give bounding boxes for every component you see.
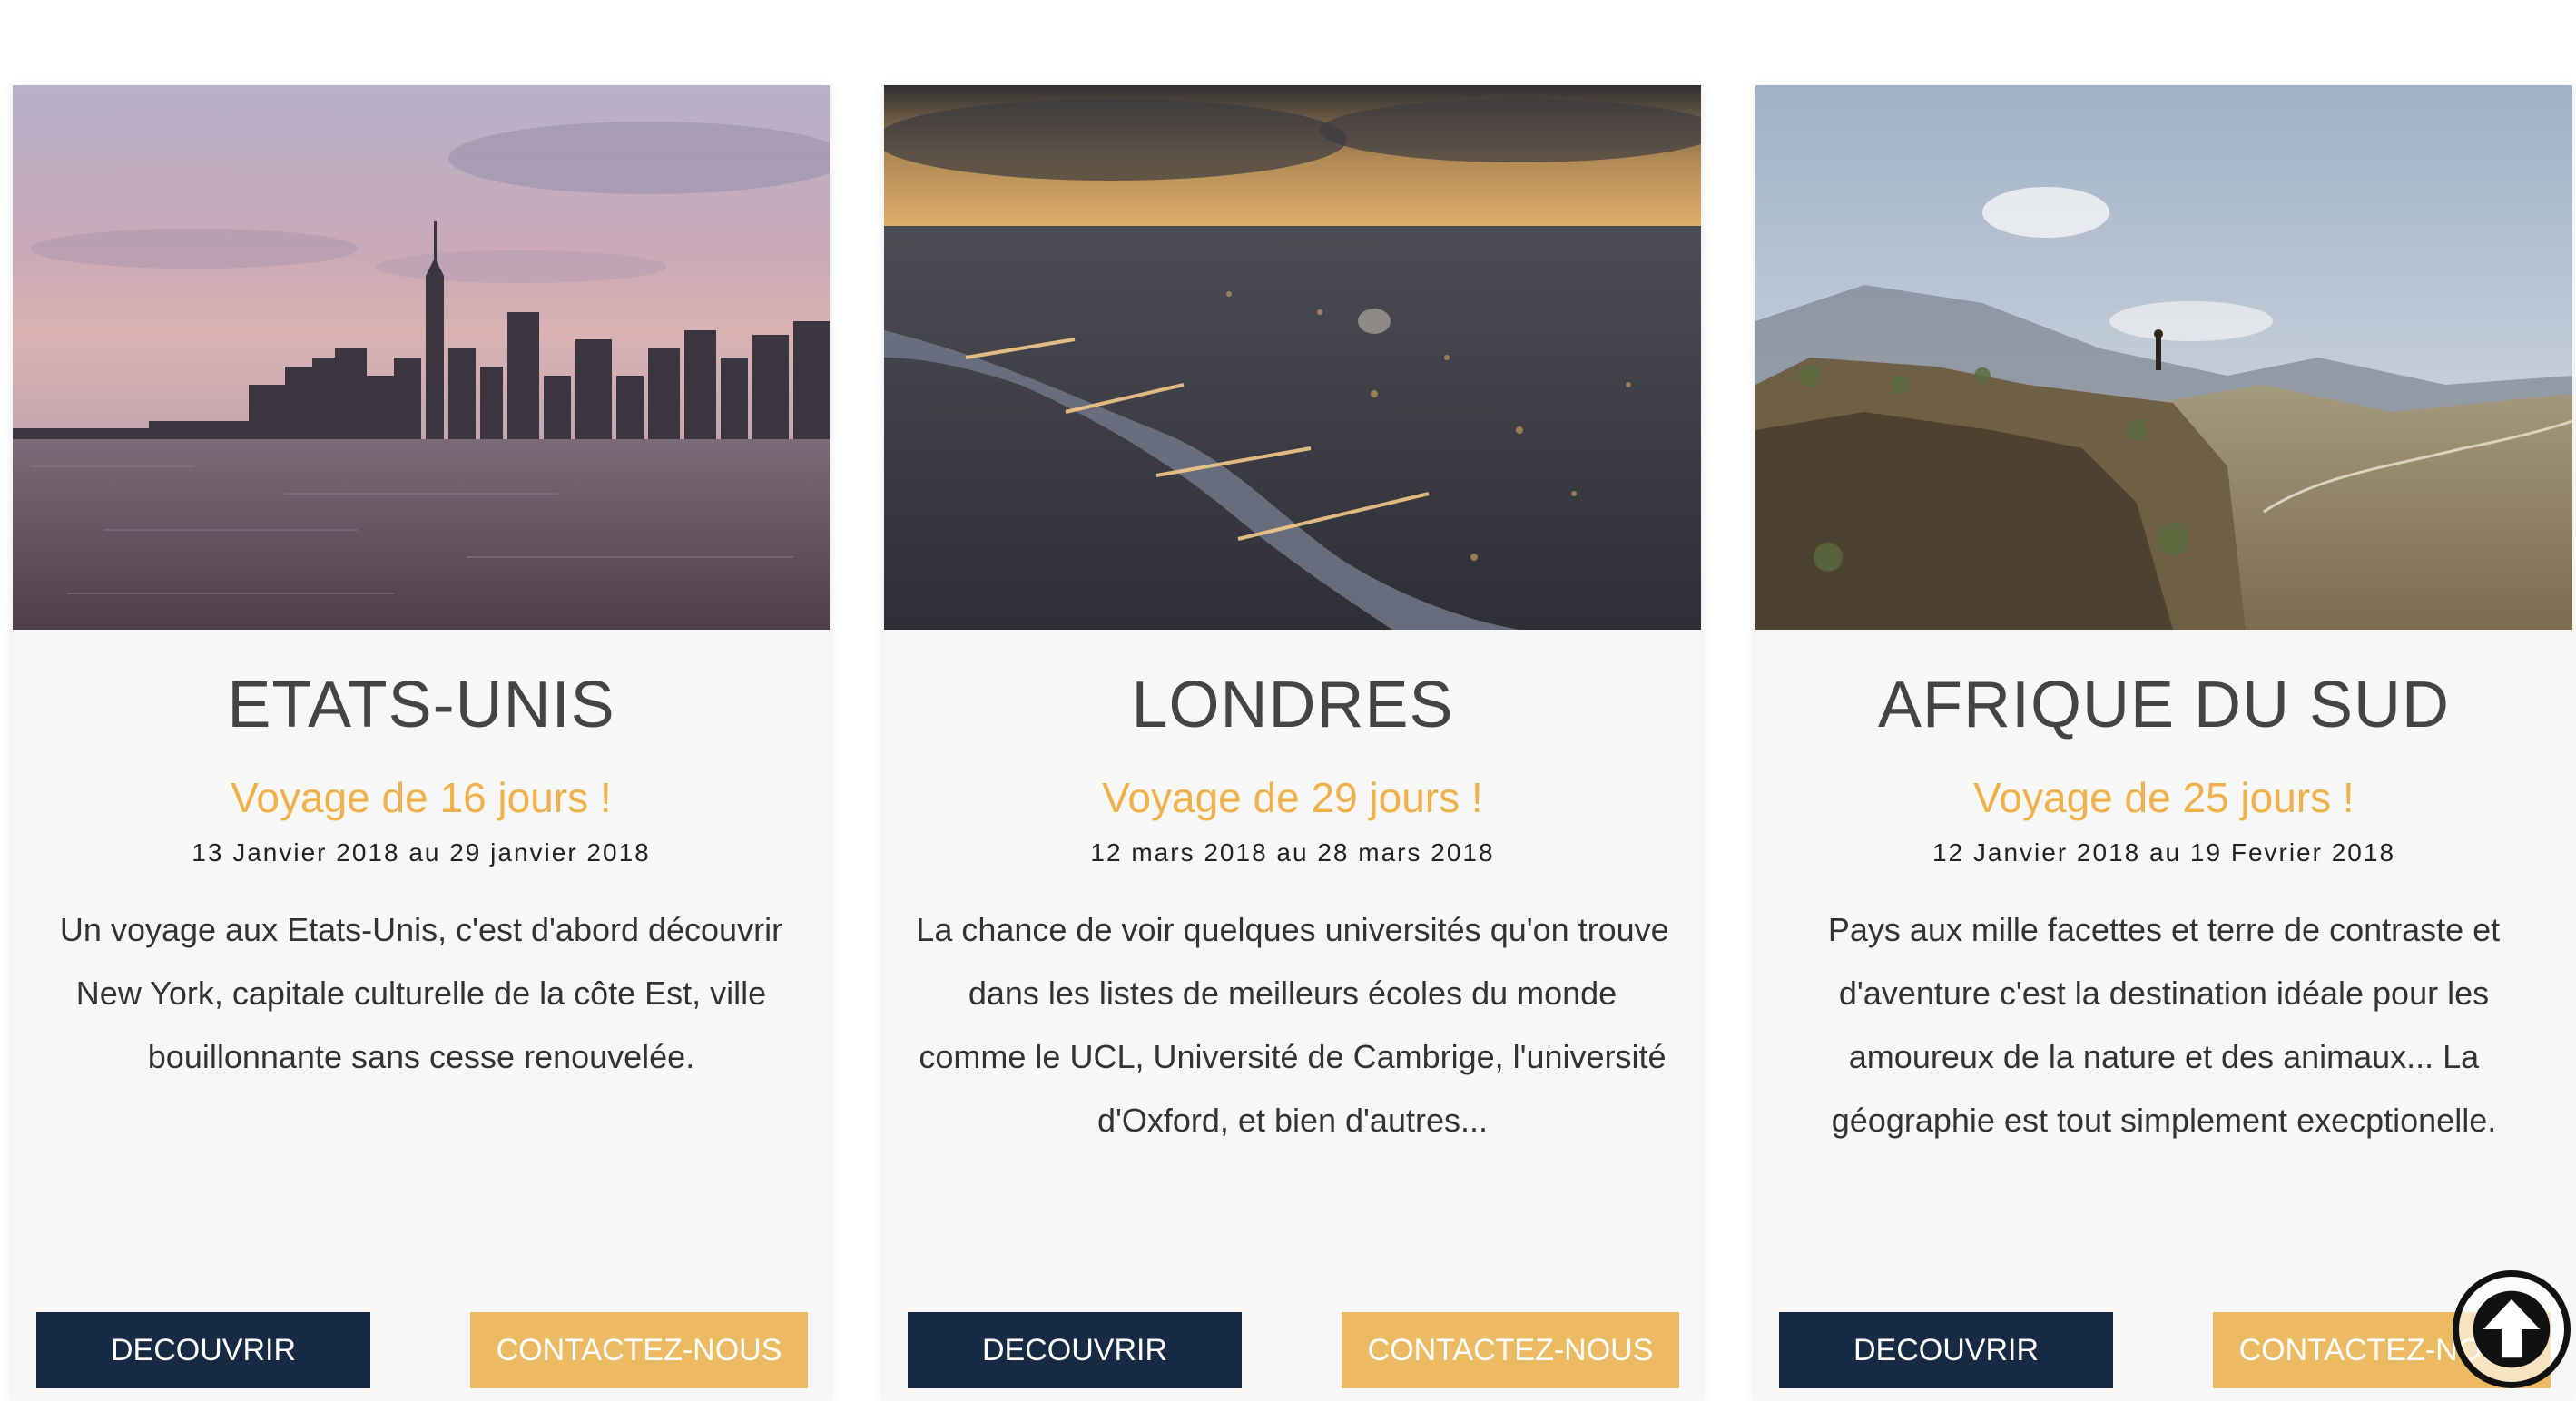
- card-dates: 12 Janvier 2018 au 19 Fevrier 2018: [1932, 838, 2396, 867]
- card-subtitle: Voyage de 29 jours !: [1102, 774, 1483, 822]
- card-description: Pays aux mille facettes et terre de cont…: [1827, 910, 2501, 1139]
- destination-card-londres: LONDRES Voyage de 29 jours ! 12 mars 201…: [884, 85, 1701, 1401]
- card-title: LONDRES: [1131, 669, 1454, 741]
- card-subtitle: Voyage de 25 jours !: [1973, 774, 2355, 822]
- discover-button[interactable]: DECOUVRIR: [1779, 1312, 2113, 1388]
- destination-card-afrique-du-sud: AFRIQUE DU SUD Voyage de 25 jours ! 12 J…: [1755, 85, 2572, 1401]
- card-actions: DECOUVRIR CONTACTEZ-NOUS: [1779, 1312, 2551, 1388]
- card-dates: 12 mars 2018 au 28 mars 2018: [1090, 838, 1495, 867]
- card-description: La chance de voir quelques universités q…: [916, 910, 1669, 1139]
- card-dates: 13 Janvier 2018 au 29 janvier 2018: [192, 838, 651, 867]
- destination-cards: ETATS-UNIS Voyage de 16 jours ! 13 Janvi…: [13, 85, 2572, 1401]
- discover-button[interactable]: DECOUVRIR: [36, 1312, 370, 1388]
- card-title: AFRIQUE DU SUD: [1877, 669, 2451, 741]
- discover-button[interactable]: DECOUVRIR: [908, 1312, 1242, 1388]
- contact-button[interactable]: CONTACTEZ-NOUS: [1342, 1312, 1679, 1388]
- card-description: Un voyage aux Etats-Unis, c'est d'abord …: [59, 910, 783, 1075]
- card-subtitle: Voyage de 16 jours !: [231, 774, 612, 822]
- page: ETATS-UNIS Voyage de 16 jours ! 13 Janvi…: [0, 0, 2576, 1401]
- card-actions: DECOUVRIR CONTACTEZ-NOUS: [908, 1312, 1679, 1388]
- destination-card-etats-unis: ETATS-UNIS Voyage de 16 jours ! 13 Janvi…: [13, 85, 830, 1401]
- new-york-skyline-image: [13, 85, 830, 630]
- card-title: ETATS-UNIS: [227, 669, 615, 741]
- london-aerial-image: [884, 85, 1701, 630]
- south-africa-cliff-image: [1755, 85, 2572, 630]
- scroll-to-top-button[interactable]: [2453, 1270, 2571, 1388]
- arrow-up-circle-icon: [2473, 1290, 2551, 1368]
- contact-button[interactable]: CONTACTEZ-NOUS: [470, 1312, 808, 1388]
- card-actions: DECOUVRIR CONTACTEZ-NOUS: [36, 1312, 808, 1388]
